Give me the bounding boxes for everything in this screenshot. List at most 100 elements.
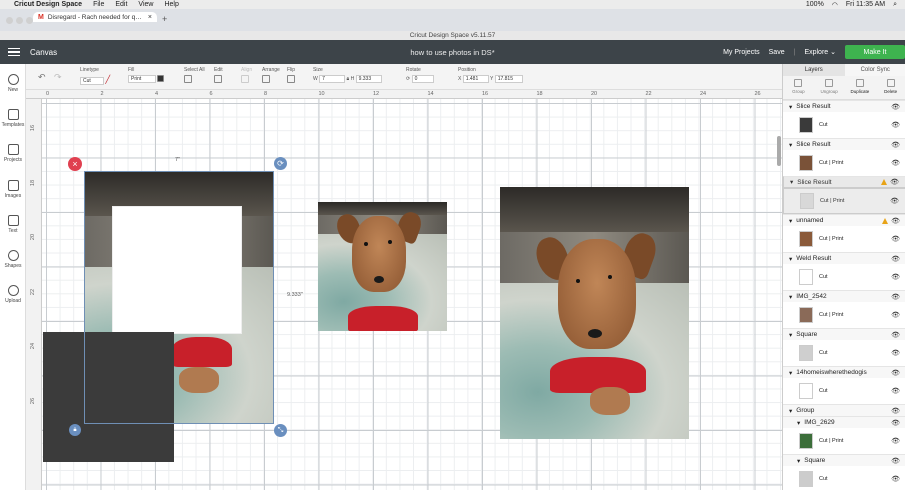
visibility-eye-icon[interactable]: 👁︎ bbox=[891, 103, 900, 111]
chevron-down-icon[interactable]: ▾ bbox=[789, 407, 792, 415]
sidebar-item-images[interactable]: Images bbox=[0, 180, 26, 199]
align-icon[interactable] bbox=[241, 75, 249, 83]
layer-header[interactable]: ▾Slice Result👁︎ bbox=[783, 138, 905, 150]
visibility-eye-icon[interactable]: 👁︎ bbox=[891, 407, 900, 415]
menu-help[interactable]: Help bbox=[164, 1, 178, 8]
layer-row[interactable]: Cut | Print👁︎ bbox=[783, 226, 905, 252]
menu-app-name[interactable]: Cricut Design Space bbox=[14, 1, 82, 8]
layer-header[interactable]: ▾unnamed👁︎ bbox=[783, 214, 905, 226]
layer-header[interactable]: ▾Square👁︎ bbox=[783, 454, 905, 466]
visibility-eye-icon[interactable]: 👁︎ bbox=[891, 159, 900, 167]
rotate-input[interactable]: 0 bbox=[412, 75, 434, 83]
explore-dropdown[interactable]: Explore ⌄ bbox=[804, 48, 836, 56]
lock-icon[interactable]: 🔒︎ bbox=[347, 76, 350, 82]
chevron-down-icon[interactable]: ▾ bbox=[789, 293, 792, 301]
visibility-eye-icon[interactable]: 👁︎ bbox=[890, 198, 899, 205]
tab-close-icon[interactable]: × bbox=[148, 14, 152, 21]
layer-row[interactable]: Cut👁︎ bbox=[783, 340, 905, 366]
layer-header[interactable]: ▾Slice Result👁︎ bbox=[783, 176, 905, 188]
chevron-down-icon[interactable]: ▾ bbox=[789, 141, 792, 149]
visibility-eye-icon[interactable]: 👁︎ bbox=[891, 141, 900, 149]
search-icon[interactable]: ⌕ bbox=[893, 1, 897, 9]
layer-row[interactable]: Cut | Print👁︎ bbox=[783, 188, 905, 214]
visibility-eye-icon[interactable]: 👁︎ bbox=[890, 179, 899, 186]
sidebar-item-new[interactable]: New bbox=[0, 74, 26, 93]
undo-icon[interactable]: ↶ bbox=[38, 72, 46, 83]
layer-header[interactable]: ▾IMG_2629👁︎ bbox=[783, 416, 905, 428]
layer-group-header[interactable]: ▾Group👁︎ bbox=[783, 404, 905, 416]
fill-select[interactable]: Print bbox=[128, 75, 156, 83]
minimize-window-icon[interactable] bbox=[16, 17, 23, 24]
visibility-eye-icon[interactable]: 👁︎ bbox=[891, 419, 900, 427]
sidebar-item-upload[interactable]: Upload bbox=[0, 285, 26, 304]
x-input[interactable]: 1.481 bbox=[463, 75, 489, 83]
chevron-down-icon[interactable]: ▾ bbox=[789, 255, 792, 263]
warning-icon[interactable] bbox=[881, 179, 887, 185]
layer-row[interactable]: Cut | Print👁︎ bbox=[783, 302, 905, 328]
canvas-scrollbar[interactable] bbox=[777, 136, 781, 166]
visibility-eye-icon[interactable]: 👁︎ bbox=[891, 235, 900, 243]
close-window-icon[interactable] bbox=[6, 17, 13, 24]
zoom-window-icon[interactable] bbox=[26, 17, 33, 24]
menu-icon[interactable] bbox=[8, 48, 20, 57]
visibility-eye-icon[interactable]: 👁︎ bbox=[891, 217, 900, 225]
visibility-eye-icon[interactable]: 👁︎ bbox=[891, 311, 900, 319]
layer-header[interactable]: ▾Weld Result👁︎ bbox=[783, 252, 905, 264]
group-button[interactable]: Group bbox=[783, 76, 814, 99]
warning-icon[interactable] bbox=[882, 218, 888, 224]
design-canvas[interactable]: × ⟳ ⤡ 🔒︎ 7" 9.333" bbox=[42, 99, 782, 490]
chevron-down-icon[interactable]: ▾ bbox=[790, 179, 793, 186]
chevron-down-icon[interactable]: ▾ bbox=[797, 419, 800, 427]
tab-color-sync[interactable]: Color Sync bbox=[845, 64, 905, 76]
visibility-eye-icon[interactable]: 👁︎ bbox=[891, 369, 900, 377]
delete-handle-icon[interactable]: × bbox=[68, 157, 82, 171]
tab-layers[interactable]: Layers bbox=[783, 64, 845, 76]
flip-icon[interactable] bbox=[287, 75, 295, 83]
visibility-eye-icon[interactable]: 👁︎ bbox=[891, 475, 900, 483]
photo-dog-small[interactable] bbox=[318, 202, 447, 331]
select-all-icon[interactable] bbox=[184, 75, 192, 83]
menu-edit[interactable]: Edit bbox=[115, 1, 127, 8]
linetype-select[interactable]: Cut bbox=[80, 77, 104, 85]
menu-view[interactable]: View bbox=[138, 1, 153, 8]
wifi-icon[interactable]: ◠ bbox=[832, 1, 838, 9]
layer-row[interactable]: Cut👁︎ bbox=[783, 378, 905, 404]
save-button[interactable]: Save bbox=[769, 49, 785, 56]
ungroup-button[interactable]: Ungroup bbox=[814, 76, 845, 99]
layer-header[interactable]: ▾IMG_2542👁︎ bbox=[783, 290, 905, 302]
layer-row[interactable]: Cut | Print👁︎ bbox=[783, 428, 905, 454]
layer-row[interactable]: Cut👁︎ bbox=[783, 112, 905, 138]
arrange-icon[interactable] bbox=[262, 75, 270, 83]
visibility-eye-icon[interactable]: 👁︎ bbox=[891, 255, 900, 263]
chevron-down-icon[interactable]: ▾ bbox=[789, 331, 792, 339]
sidebar-item-shapes[interactable]: Shapes bbox=[0, 250, 26, 269]
visibility-eye-icon[interactable]: 👁︎ bbox=[891, 457, 900, 465]
sidebar-item-projects[interactable]: Projects bbox=[0, 144, 26, 163]
sidebar-item-templates[interactable]: Templates bbox=[0, 109, 26, 128]
browser-tab[interactable]: M Disregard - Rach needed for q… × bbox=[33, 12, 157, 22]
y-input[interactable]: 17.815 bbox=[495, 75, 523, 83]
visibility-eye-icon[interactable]: 👁︎ bbox=[891, 349, 900, 357]
new-tab-icon[interactable]: + bbox=[162, 14, 167, 24]
delete-button[interactable]: Delete bbox=[875, 76, 905, 99]
layer-row[interactable]: Cut👁︎ bbox=[783, 264, 905, 290]
visibility-eye-icon[interactable]: 👁︎ bbox=[891, 273, 900, 281]
visibility-eye-icon[interactable]: 👁︎ bbox=[891, 331, 900, 339]
layer-row[interactable]: Cut👁︎ bbox=[783, 466, 905, 492]
chevron-down-icon[interactable]: ▾ bbox=[789, 217, 792, 225]
lock-handle-icon[interactable]: 🔒︎ bbox=[69, 424, 81, 436]
pen-color-icon[interactable]: ╱ bbox=[105, 75, 110, 84]
make-it-button[interactable]: Make It bbox=[845, 45, 905, 59]
width-input[interactable]: 7 bbox=[319, 75, 345, 83]
sidebar-item-text[interactable]: Text bbox=[0, 215, 26, 234]
edit-icon[interactable] bbox=[214, 75, 222, 83]
rotate-handle-icon[interactable]: ⟳ bbox=[274, 157, 287, 170]
duplicate-button[interactable]: Duplicate bbox=[845, 76, 876, 99]
visibility-eye-icon[interactable]: 👁︎ bbox=[891, 293, 900, 301]
layer-header[interactable]: ▾Slice Result👁︎ bbox=[783, 100, 905, 112]
photo-dog-large[interactable] bbox=[500, 187, 689, 439]
my-projects-button[interactable]: My Projects bbox=[723, 49, 760, 56]
layer-row[interactable]: Cut | Print👁︎ bbox=[783, 150, 905, 176]
visibility-eye-icon[interactable]: 👁︎ bbox=[891, 121, 900, 129]
visibility-eye-icon[interactable]: 👁︎ bbox=[891, 387, 900, 395]
